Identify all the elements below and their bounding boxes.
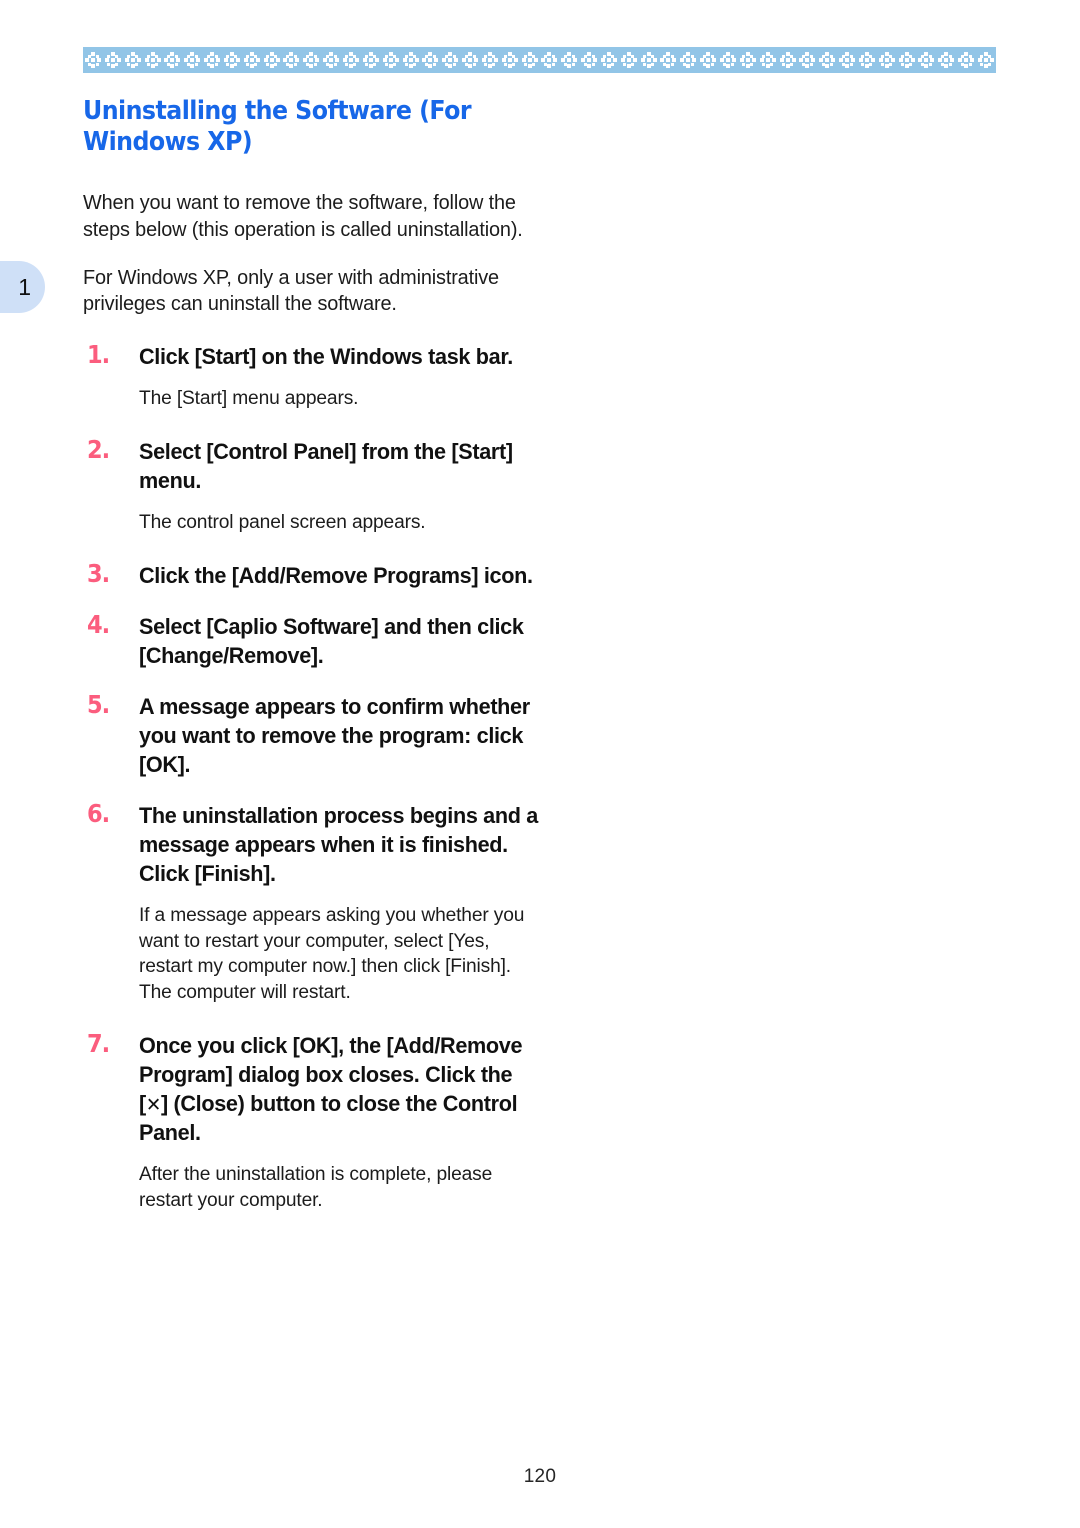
step-list: 1. Click [Start] on the Windows task bar… [83,340,553,1214]
page-title: Uninstalling the Software (For Windows X… [83,96,472,158]
ornament-diamond-icon [837,47,857,73]
step-number: 3. [87,559,110,589]
content-column: Uninstalling the Software (For Windows X… [83,96,553,1214]
step-title: Click [Start] on the Windows task bar. [139,344,513,370]
step-number: 6. [87,798,110,828]
step-item-7: 7. Once you click [OK], the [Add/Remove … [83,1029,553,1214]
page-number: 120 [523,1466,557,1487]
ornament-diamond-icon [460,47,480,73]
step-item-4: 4. Select [Caplio Software] and then cli… [83,610,553,671]
ornament-diamond-icon [897,47,917,73]
step-number: 1. [87,340,110,370]
ornament-diamond-icon [520,47,540,73]
ornament-diamond-icon [857,47,877,73]
ornament-diamond-icon [281,47,301,73]
ornament-diamond-icon [143,47,163,73]
ornament-diamond-icon [619,47,639,73]
ornament-diamond-icon [539,47,559,73]
step-title: Select [Control Panel] from the [Start] … [139,439,513,494]
ornament-diamond-icon [103,47,123,73]
ornament-diamond-icon [976,47,996,73]
ornament-diamond-icon [877,47,897,73]
ornament-diamond-icon [440,47,460,73]
intro-paragraph-1: When you want to remove the software, fo… [83,192,523,241]
ornament-diamond-icon [420,47,440,73]
intro-paragraph-2: For Windows XP, only a user with adminis… [83,266,499,316]
ornament-diamond-icon [678,47,698,73]
step-title: The uninstallation process begins and a … [139,802,538,886]
step-title: A message appears to confirm whether you… [139,693,530,777]
step-number: 4. [87,610,110,639]
ornament-diamond-icon [341,47,361,73]
ornament-diamond-icon [916,47,936,73]
step-note: The control panel screen appears. [139,511,426,534]
ornament-diamond-icon [559,47,579,73]
ornament-diamond-icon [182,47,202,73]
ornament-diamond-icon [579,47,599,73]
ornament-diamond-icon [778,47,798,73]
ornament-band [83,47,996,73]
ornament-diamond-icon [738,47,758,73]
ornament-motif-row [83,47,996,73]
ornament-diamond-icon [83,47,103,73]
ornament-diamond-icon [222,47,242,73]
step-item-1: 1. Click [Start] on the Windows task bar… [83,340,553,412]
ornament-diamond-icon [658,47,678,73]
ornament-diamond-icon [599,47,619,73]
step-title: Select [Caplio Software] and then click … [139,614,524,668]
step-item-2: 2. Select [Control Panel] from the [Star… [83,435,553,536]
step-note: The [Start] menu appears. [139,387,359,410]
step-note: After the uninstallation is complete, pl… [139,1163,493,1211]
ornament-diamond-icon [321,47,341,73]
ornament-diamond-icon [500,47,520,73]
step-title: Once you click [OK], the [Add/Remove Pro… [139,1032,541,1148]
step-note: If a message appears asking you whether … [139,903,525,1004]
chapter-tab: 1 [0,261,45,313]
ornament-diamond-icon [956,47,976,73]
ornament-diamond-icon [381,47,401,73]
step-item-3: 3. Click the [Add/Remove Programs] icon. [83,559,553,591]
step-number: 7. [87,1029,110,1059]
ornament-diamond-icon [202,47,222,73]
ornament-diamond-icon [361,47,381,73]
step-item-6: 6. The uninstallation process begins and… [83,798,553,1006]
ornament-diamond-icon [480,47,500,73]
step-title: Click the [Add/Remove Programs] icon. [139,563,533,589]
ornament-diamond-icon [242,47,262,73]
step-number: 5. [87,689,110,719]
ornament-diamond-icon [718,47,738,73]
ornament-diamond-icon [401,47,421,73]
ornament-diamond-icon [639,47,659,73]
ornament-diamond-icon [797,47,817,73]
step-number: 2. [87,435,110,465]
chapter-tab-number: 1 [18,273,31,300]
ornament-diamond-icon [758,47,778,73]
close-icon: ✕ [145,1094,161,1117]
ornament-diamond-icon [262,47,282,73]
ornament-diamond-icon [301,47,321,73]
ornament-diamond-icon [698,47,718,73]
ornament-diamond-icon [817,47,837,73]
ornament-diamond-icon [123,47,143,73]
ornament-diamond-icon [162,47,182,73]
step-title-part-2: ] (Close) button to close the Control Pa… [139,1091,518,1146]
manual-page: 1 Uninstalling the Software (For Windows… [0,0,1080,1528]
ornament-diamond-icon [936,47,956,73]
step-item-5: 5. A message appears to confirm whether … [83,689,553,780]
